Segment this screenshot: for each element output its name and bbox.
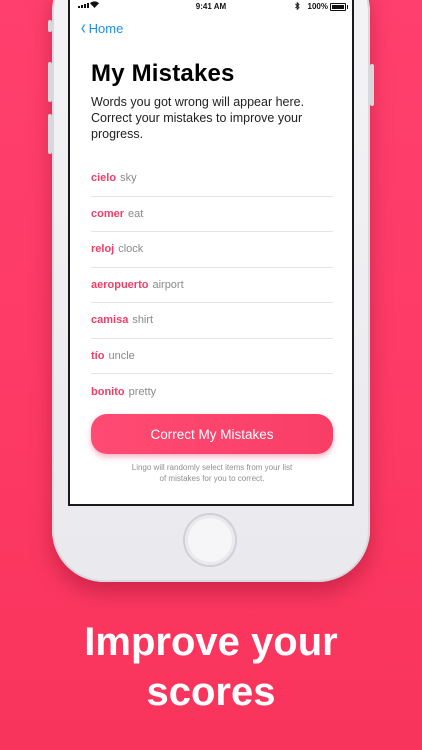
page-subtitle: Words you got wrong will appear here. Co… [91,95,305,141]
spanish-word: tío [91,349,105,362]
spanish-word: comer [91,207,125,220]
battery-icon [330,3,348,11]
promo-headline: Improve your scores [0,617,422,717]
page-title: My Mistakes [91,60,235,87]
mute-switch [48,20,52,32]
list-item[interactable]: reloj clock [91,232,333,268]
headline-line-2: scores [146,670,276,714]
english-translation: pretty [128,385,157,398]
footnote: Lingo will randomly select items from yo… [91,462,333,484]
battery-percent: 100% [307,2,328,11]
english-translation: clock [118,243,144,256]
bluetooth-icon [295,1,300,12]
volume-up-button [48,62,52,102]
english-translation: uncle [108,349,135,362]
english-translation: sky [120,172,137,185]
list-item[interactable]: bonito pretty [91,374,333,410]
list-item[interactable]: aeropuerto airport [91,268,333,303]
spanish-word: cielo [91,172,117,185]
home-button[interactable] [185,515,235,565]
list-item[interactable]: tío uncle [91,339,333,374]
spanish-word: aeropuerto [91,278,149,291]
english-translation: airport [152,278,184,291]
list-item[interactable]: camisa shirt [91,303,333,339]
footnote-line-1: Lingo will randomly select items from yo… [131,463,293,472]
footnote-line-2: of mistakes for you to correct. [159,474,265,483]
english-translation: shirt [132,314,154,327]
spanish-word: reloj [91,243,115,256]
volume-down-button [48,114,52,154]
spanish-word: camisa [91,314,129,327]
list-item[interactable]: comer eat [91,197,333,232]
back-button[interactable]: ‹ Home [80,17,124,39]
headline-line-1: Improve your [84,620,338,664]
chevron-left-icon: ‹ [80,17,86,39]
power-button [370,64,374,106]
mistakes-list: cielo sky comer eat reloj clock aeropuer… [91,161,333,410]
english-translation: eat [128,207,144,220]
status-bar: 9:41 AM 100% [70,0,352,14]
list-item[interactable]: cielo sky [91,161,333,197]
spanish-word: bonito [91,385,125,398]
phone-screen: 9:41 AM 100% ‹ Home My Mistakes Words yo… [68,0,354,506]
correct-mistakes-button[interactable]: Correct My Mistakes [91,414,333,454]
back-button-label: Home [88,20,124,36]
